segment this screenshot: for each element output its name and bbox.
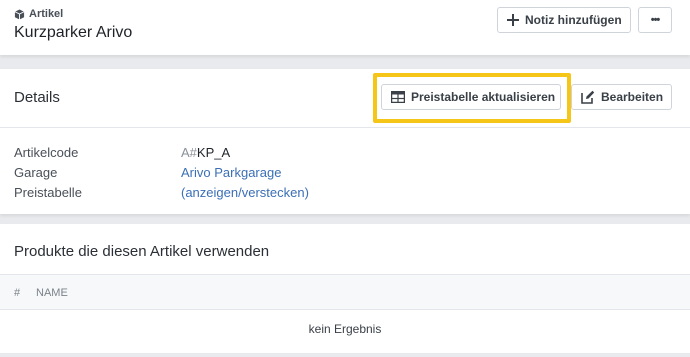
- article-code-prefix: A#: [181, 145, 197, 160]
- more-actions-button[interactable]: •••: [638, 7, 672, 33]
- update-price-table-button[interactable]: Preistabelle aktualisieren: [381, 84, 561, 110]
- table-header-row: # NAME: [0, 274, 690, 310]
- details-title: Details: [14, 89, 60, 106]
- column-header-name[interactable]: NAME: [36, 287, 68, 299]
- table-icon: [391, 91, 405, 103]
- column-header-number: #: [14, 287, 21, 299]
- garage-link[interactable]: Arivo Parkgarage: [181, 165, 281, 180]
- price-table-label: Preistabelle: [14, 185, 82, 200]
- article-code-text: KP_A: [196, 145, 231, 160]
- plus-icon: [507, 14, 519, 26]
- article-code-label: Artikelcode: [14, 145, 79, 160]
- add-note-label: Notiz hinzufügen: [525, 13, 622, 27]
- add-note-button[interactable]: Notiz hinzufügen: [497, 7, 631, 33]
- price-table-toggle-link[interactable]: (anzeigen/verstecken): [181, 185, 309, 200]
- article-code-value: A#KP_A: [181, 145, 230, 160]
- garage-label: Garage: [14, 165, 58, 180]
- entity-type-text: Artikel: [29, 8, 64, 20]
- page-header: Artikel Kurzparker Arivo Notiz hinzufüge…: [0, 0, 690, 55]
- update-price-table-label: Preistabelle aktualisieren: [411, 90, 556, 104]
- edit-icon: [581, 90, 595, 104]
- edit-label: Bearbeiten: [601, 90, 664, 104]
- ellipsis-icon: •••: [650, 14, 661, 26]
- cube-icon: [14, 8, 25, 20]
- page-title: Kurzparker Arivo: [14, 24, 133, 41]
- products-title: Produkte die diesen Artikel verwenden: [14, 243, 270, 260]
- empty-state-text: kein Ergebnis: [308, 322, 382, 336]
- entity-type-label: Artikel: [14, 8, 63, 20]
- details-divider: [0, 127, 690, 128]
- edit-button[interactable]: Bearbeiten: [571, 84, 672, 110]
